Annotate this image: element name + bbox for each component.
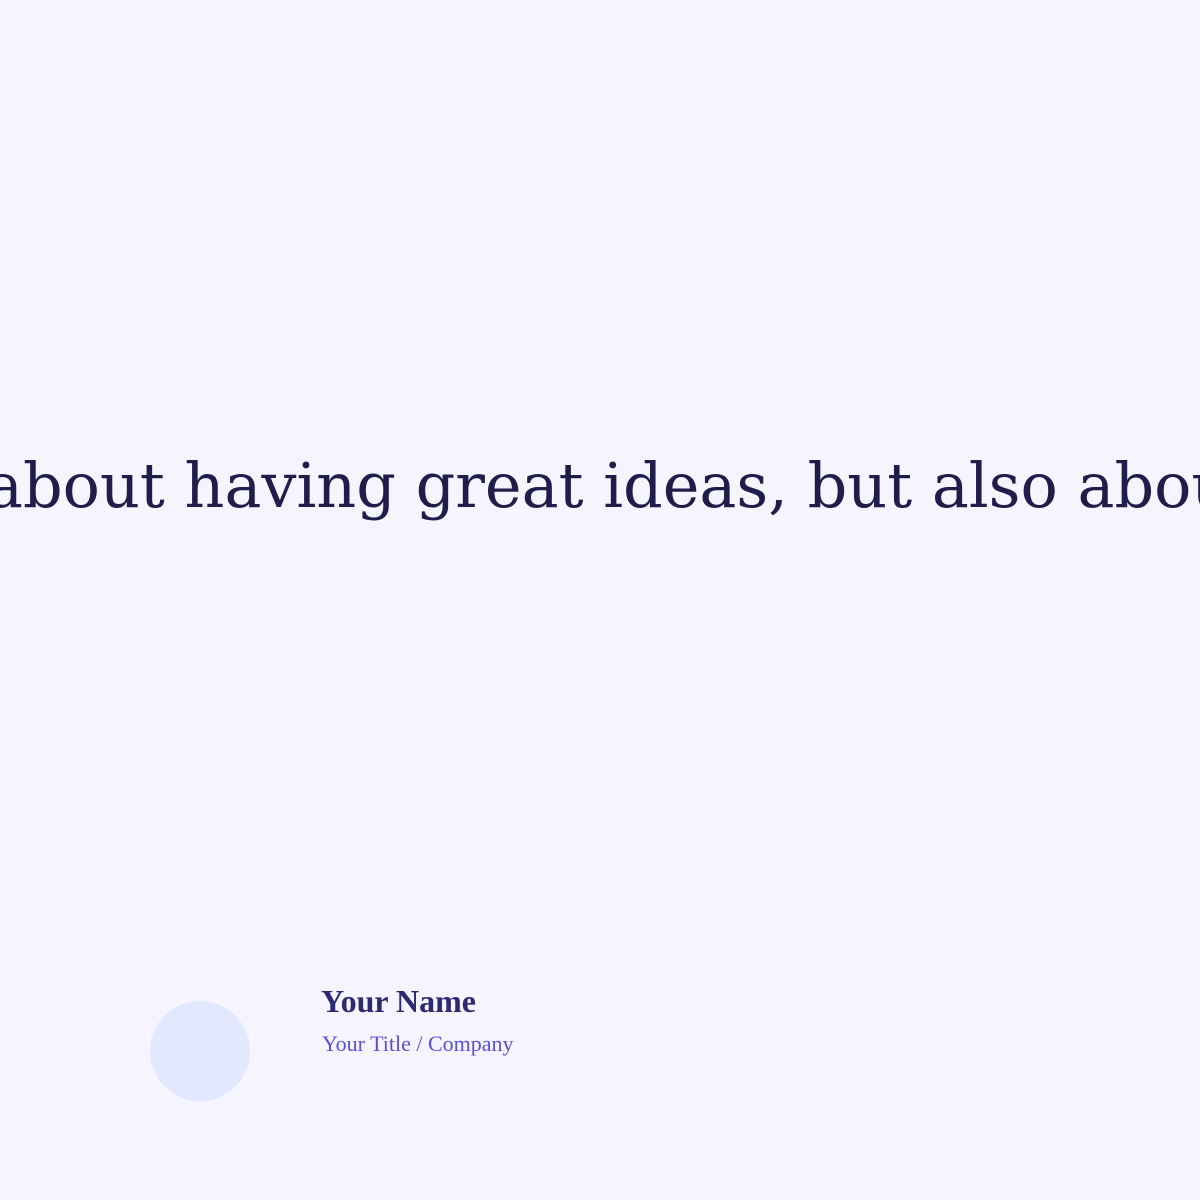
avatar	[150, 1001, 250, 1101]
author-title: Your Title / Company	[322, 1031, 514, 1056]
quote-text: about having great ideas, but also about…	[0, 449, 1200, 522]
author-name: Your Name	[321, 983, 476, 1019]
quote-slide: about having great ideas, but also about…	[0, 0, 1200, 1200]
quote-viewport: about having great ideas, but also about…	[0, 440, 1200, 540]
